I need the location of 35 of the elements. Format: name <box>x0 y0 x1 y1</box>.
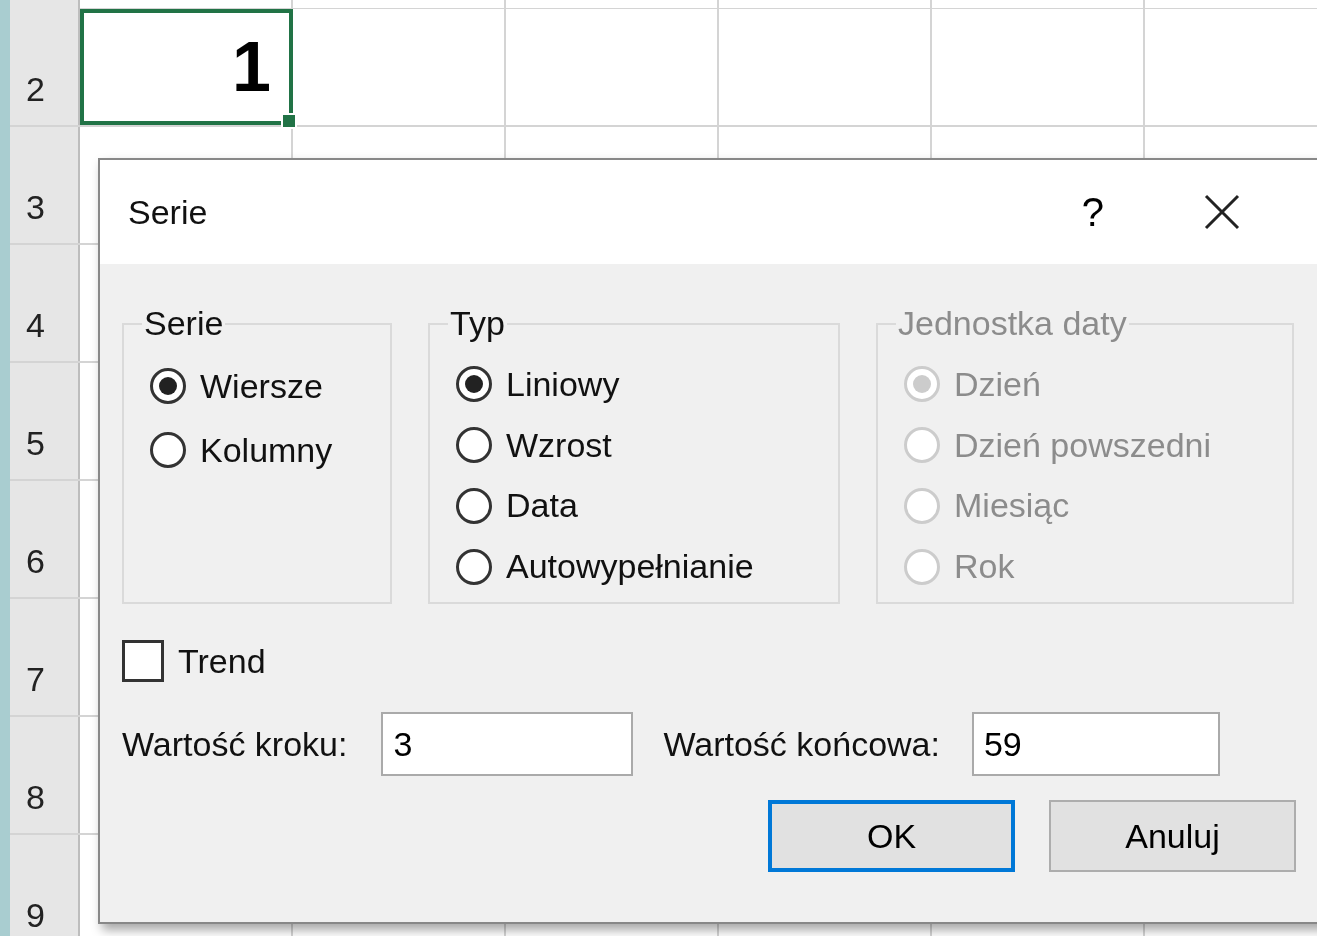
row-header[interactable]: 9 <box>26 896 45 935</box>
checkbox[interactable] <box>122 640 164 682</box>
dialog-title: Serie <box>128 192 209 232</box>
close-button[interactable] <box>1204 194 1240 230</box>
radio-button[interactable] <box>456 427 492 464</box>
radio-label[interactable]: Kolumny <box>200 430 333 470</box>
group-title: Typ <box>449 304 506 343</box>
field-label: Wartość kroku: <box>122 724 348 764</box>
dialog-button[interactable]: Anuluj <box>1049 800 1296 872</box>
checkbox-label[interactable]: Trend <box>178 641 266 681</box>
radio-button[interactable] <box>456 548 492 585</box>
row-header[interactable]: 4 <box>26 306 45 345</box>
row-header[interactable]: 8 <box>26 778 45 817</box>
radio-label[interactable]: Autowypełnianie <box>506 547 754 587</box>
help-button[interactable]: ? <box>1081 189 1104 235</box>
radio-label[interactable]: Liniowy <box>506 364 620 404</box>
field-label: Wartość końcowa: <box>663 724 940 764</box>
radio-button[interactable] <box>150 368 186 404</box>
group-title: Jednostka daty <box>897 304 1128 343</box>
radio-button[interactable] <box>150 432 186 468</box>
dialog-button[interactable]: OK <box>768 800 1015 872</box>
input-field[interactable]: 59 <box>971 712 1220 776</box>
radio-label[interactable]: Wzrost <box>506 425 612 465</box>
row-header[interactable]: 5 <box>26 424 45 463</box>
row-header[interactable]: 7 <box>26 660 45 699</box>
radio-label[interactable]: Data <box>506 486 578 526</box>
row-header[interactable]: 2 <box>26 70 45 109</box>
radio-button[interactable] <box>456 487 492 524</box>
row-header[interactable]: 3 <box>26 188 45 227</box>
input-field[interactable]: 3 <box>381 712 634 776</box>
group-title: Serie <box>143 304 225 343</box>
close-icon <box>1204 194 1240 230</box>
radio-label[interactable]: Wiersze <box>200 366 323 406</box>
radio-button[interactable] <box>456 366 492 403</box>
row-header[interactable]: 6 <box>26 542 45 581</box>
